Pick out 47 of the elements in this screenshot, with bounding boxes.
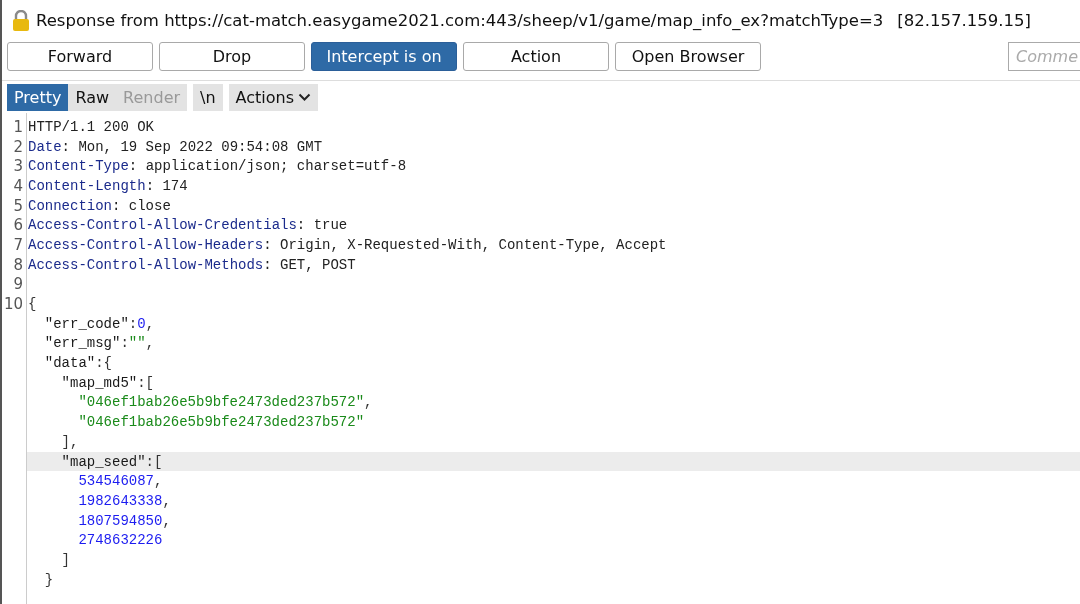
toolbar-button[interactable]: Drop <box>159 42 305 71</box>
toolbar-button[interactable]: Action <box>463 42 609 71</box>
code-line: } <box>44 571 54 588</box>
comment-field[interactable]: Comme <box>1008 42 1080 71</box>
code-line: "046ef1bab26e5b9bfe2473ded237b572", <box>78 394 373 411</box>
line-number: 4 <box>12 176 23 195</box>
line-number: 8 <box>12 255 23 274</box>
line-number: 1 <box>12 117 23 136</box>
code-line: "data":{ <box>44 355 113 372</box>
view-tab[interactable]: Raw <box>68 83 117 111</box>
newline-toggle[interactable]: \n <box>193 83 223 111</box>
code-line: { <box>28 296 37 313</box>
code-line: "map_md5":[ <box>61 374 155 391</box>
code-line: Access-Control-Allow-Methods: GET, POST <box>28 256 356 273</box>
code-line: Access-Control-Allow-Headers: Origin, X-Requested-With, Content-Type, Accept <box>28 236 667 253</box>
code-line: Content-Length: 174 <box>28 177 188 194</box>
toolbar-button[interactable]: Forward <box>7 42 153 71</box>
code-line: ], <box>61 433 79 450</box>
line-number: 7 <box>12 235 23 254</box>
code-line: "map_seed":[ <box>61 453 163 470</box>
code-line: 534546087, <box>78 473 163 490</box>
code-line: Access-Control-Allow-Credentials: true <box>28 217 348 234</box>
code-line: "err_msg":"", <box>44 335 155 352</box>
chevron-down-icon <box>298 93 312 101</box>
line-number: 6 <box>12 216 23 235</box>
line-number: 2 <box>12 137 23 156</box>
code-line: Date: Mon, 19 Sep 2022 09:54:08 GMT <box>28 138 323 155</box>
window-title: Response from https://cat-match.easygame2021.com:443/sheep/v1/game/map_info_ex?matchType=3 <box>36 11 884 30</box>
code-line: "046ef1bab26e5b9bfe2473ded237b572" <box>78 414 365 431</box>
code-line: 2748632226 <box>78 532 163 549</box>
code-line: 1807594850, <box>78 512 171 529</box>
actions-menu[interactable]: Actions <box>228 83 319 111</box>
line-number: 10 <box>2 295 23 314</box>
toolbar-button[interactable]: Open Browser <box>615 42 761 71</box>
code-line: Connection: close <box>28 197 171 214</box>
line-number: 5 <box>12 196 23 215</box>
line-number: 9 <box>12 275 23 294</box>
code-line: Content-Type: application/json; charset=utf-8 <box>28 158 407 175</box>
code-line: ] <box>61 551 70 568</box>
view-tab[interactable]: Pretty <box>7 83 69 111</box>
intercept-toggle[interactable]: Intercept is on <box>311 42 457 71</box>
code-line: 1982643338, <box>78 492 171 509</box>
lock-icon <box>12 9 30 32</box>
code-line: HTTP/1.1 200 OK <box>28 118 155 135</box>
ip-address: [82.157.159.15] <box>897 11 1031 30</box>
code-line: "err_code":0, <box>44 315 155 332</box>
line-number: 3 <box>12 157 23 176</box>
